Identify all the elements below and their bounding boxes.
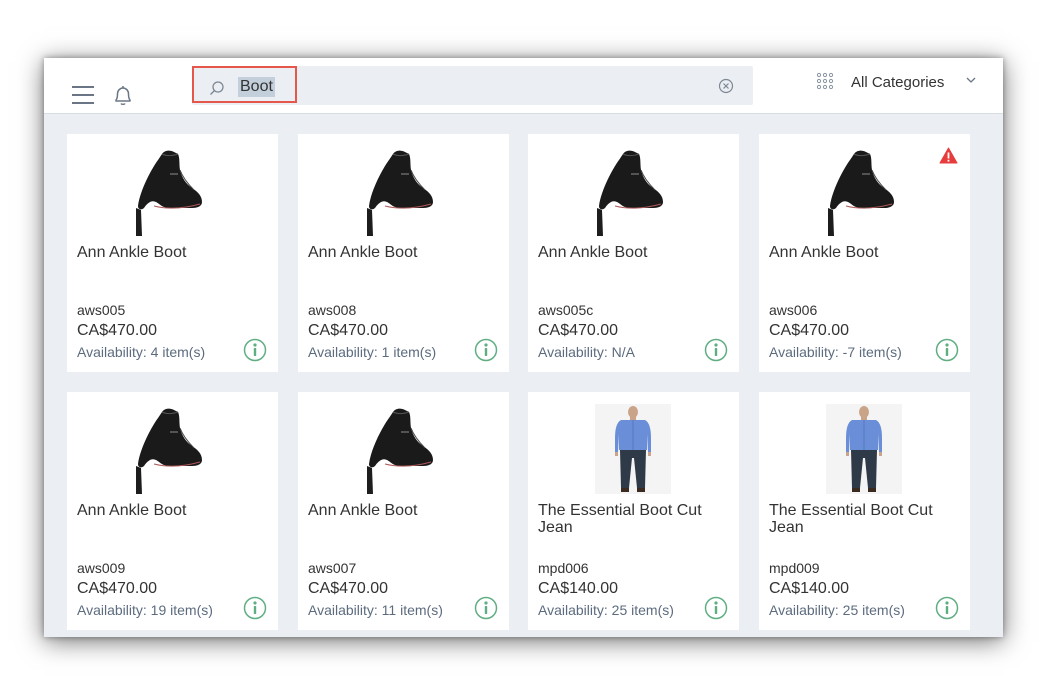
product-title: Ann Ankle Boot bbox=[769, 244, 879, 261]
product-title: Ann Ankle Boot bbox=[308, 502, 418, 519]
product-sku: mpd009 bbox=[769, 560, 820, 576]
info-icon[interactable] bbox=[243, 596, 267, 620]
product-card[interactable]: Ann Ankle Boot aws005c CA$470.00 Availabili… bbox=[528, 134, 739, 372]
product-price: CA$470.00 bbox=[77, 580, 158, 597]
product-image-boot bbox=[595, 146, 671, 236]
product-card[interactable]: Ann Ankle Boot aws008 CA$470.00 Availabilit… bbox=[298, 134, 509, 372]
product-price: CA$470.00 bbox=[308, 322, 389, 339]
product-title: Ann Ankle Boot bbox=[538, 244, 648, 261]
product-image-boot bbox=[365, 146, 441, 236]
product-title: Ann Ankle Boot bbox=[77, 502, 187, 519]
warning-icon bbox=[939, 147, 958, 164]
product-availability: Availability: 1 item(s) bbox=[308, 344, 437, 360]
product-image-jeans bbox=[595, 404, 671, 494]
product-availability: Availability: 4 item(s) bbox=[77, 344, 206, 360]
product-title: The Essential Boot Cut Jean bbox=[538, 502, 702, 536]
product-card[interactable]: The Essential Boot Cut Jean mpd009 CA$140.… bbox=[759, 392, 970, 630]
info-icon[interactable] bbox=[474, 596, 498, 620]
product-price: CA$140.00 bbox=[538, 580, 619, 597]
product-availability: Availability: 25 item(s) bbox=[538, 602, 674, 618]
product-title: The Essential Boot Cut Jean bbox=[769, 502, 933, 536]
info-icon[interactable] bbox=[704, 338, 728, 362]
product-price: CA$470.00 bbox=[769, 322, 850, 339]
product-sku: aws009 bbox=[77, 560, 126, 576]
app-window: Boot All Categories Ann Ankle Boot aws00… bbox=[44, 58, 1003, 637]
product-card[interactable]: Ann Ankle Boot aws006 CA$470.00 Availabilit… bbox=[759, 134, 970, 372]
info-icon[interactable] bbox=[935, 596, 959, 620]
product-availability: Availability: 11 item(s) bbox=[308, 602, 443, 618]
product-availability: Availability: 25 item(s) bbox=[769, 602, 905, 618]
product-availability: Availability: N/A bbox=[538, 344, 636, 360]
product-sku: aws005c bbox=[538, 302, 594, 318]
product-image-boot bbox=[826, 146, 902, 236]
top-bar: Boot All Categories bbox=[44, 58, 1003, 114]
search-query-text: Boot bbox=[238, 77, 275, 97]
product-price: CA$140.00 bbox=[769, 580, 850, 597]
chevron-down-icon bbox=[966, 77, 976, 83]
product-card[interactable]: Ann Ankle Boot aws009 CA$470.00 Availabilit… bbox=[67, 392, 278, 630]
product-image-boot bbox=[134, 404, 210, 494]
product-sku: aws008 bbox=[308, 302, 357, 318]
product-sku: mpd006 bbox=[538, 560, 589, 576]
product-availability: Availability: -7 item(s) bbox=[769, 344, 902, 360]
info-icon[interactable] bbox=[935, 338, 959, 362]
search-bar: Boot bbox=[192, 66, 753, 105]
product-price: CA$470.00 bbox=[77, 322, 158, 339]
grid-dots-icon bbox=[816, 72, 834, 90]
product-image-boot bbox=[365, 404, 441, 494]
clear-icon[interactable] bbox=[718, 78, 734, 94]
product-card[interactable]: Ann Ankle Boot aws005 CA$470.00 Availabilit… bbox=[67, 134, 278, 372]
product-card[interactable]: The Essential Boot Cut Jean mpd006 CA$140.… bbox=[528, 392, 739, 630]
product-price: CA$470.00 bbox=[308, 580, 389, 597]
product-sku: aws007 bbox=[308, 560, 357, 576]
product-availability: Availability: 19 item(s) bbox=[77, 602, 213, 618]
info-icon[interactable] bbox=[243, 338, 267, 362]
product-sku: aws005 bbox=[77, 302, 126, 318]
product-title: Ann Ankle Boot bbox=[308, 244, 418, 261]
product-price: CA$470.00 bbox=[538, 322, 619, 339]
menu-button[interactable] bbox=[72, 86, 94, 104]
info-icon[interactable] bbox=[704, 596, 728, 620]
search-input[interactable]: Boot bbox=[192, 66, 297, 103]
product-sku: aws006 bbox=[769, 302, 818, 318]
search-icon bbox=[210, 81, 224, 95]
product-image-boot bbox=[134, 146, 210, 236]
product-image-jeans bbox=[826, 404, 902, 494]
bell-icon[interactable] bbox=[111, 83, 135, 107]
product-card[interactable]: Ann Ankle Boot aws007 CA$470.00 Availabilit… bbox=[298, 392, 509, 630]
category-label: All Categories bbox=[851, 74, 945, 91]
product-title: Ann Ankle Boot bbox=[77, 244, 187, 261]
info-icon[interactable] bbox=[474, 338, 498, 362]
